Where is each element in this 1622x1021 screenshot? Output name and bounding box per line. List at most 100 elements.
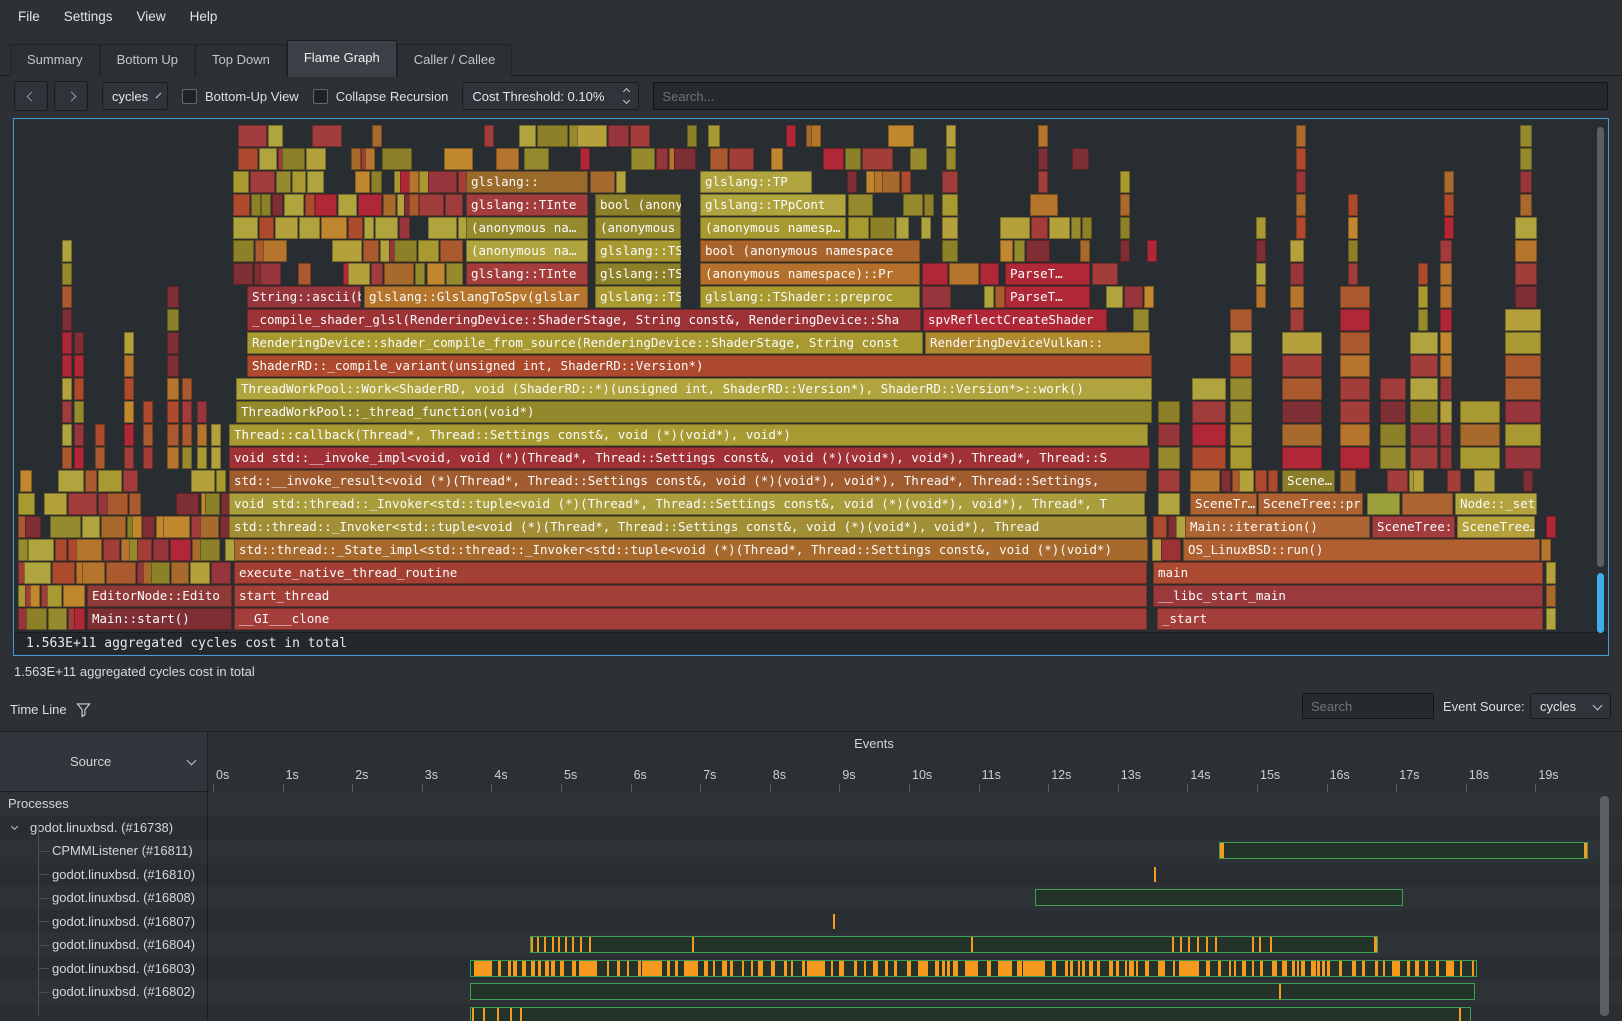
flame-frame[interactable]: __GI___clone bbox=[234, 608, 1147, 630]
flame-frame-small[interactable] bbox=[312, 125, 342, 147]
timeline-row-label[interactable]: godot.linuxbsd. (#16810) bbox=[0, 863, 208, 887]
menu-item-settings[interactable]: Settings bbox=[52, 3, 125, 30]
flame-frame[interactable]: ShaderRD::_compile_variant(unsigned int,… bbox=[247, 355, 1152, 377]
flame-frame-small[interactable] bbox=[124, 401, 134, 423]
flame-frame-small[interactable] bbox=[1474, 470, 1495, 492]
flame-frame-small[interactable] bbox=[1038, 125, 1048, 147]
flame-frame-small[interactable] bbox=[137, 539, 152, 561]
flame-frame[interactable]: ParseT… bbox=[1005, 263, 1090, 285]
flame-frame-small[interactable] bbox=[355, 171, 370, 193]
flame-frame-small[interactable] bbox=[163, 516, 190, 538]
flame-frame-small[interactable] bbox=[1515, 263, 1537, 285]
flame-frame-small[interactable] bbox=[444, 148, 473, 170]
flame-frame-small[interactable] bbox=[1380, 378, 1406, 400]
flame-frame-small[interactable] bbox=[44, 493, 67, 515]
flame-frame-small[interactable] bbox=[62, 332, 72, 354]
flame-frame-small[interactable] bbox=[1541, 539, 1551, 561]
flame-frame-small[interactable] bbox=[82, 562, 105, 584]
flame-frame-small[interactable] bbox=[1460, 401, 1500, 423]
flame-frame-small[interactable] bbox=[211, 562, 231, 584]
flame-frame[interactable]: bool (anonym. bbox=[595, 194, 681, 216]
flame-frame-small[interactable] bbox=[384, 263, 413, 285]
timeline-scrollbar[interactable] bbox=[1599, 794, 1611, 1020]
flame-frame-small[interactable] bbox=[427, 263, 446, 285]
flame-frame-small[interactable] bbox=[1505, 332, 1541, 354]
source-column-header[interactable]: Source bbox=[0, 732, 208, 792]
flame-frame[interactable]: ThreadWorkPool::_thread_function(void*) bbox=[236, 401, 1152, 423]
flame-frame-small[interactable] bbox=[18, 493, 35, 515]
flame-frame-small[interactable] bbox=[1505, 447, 1541, 469]
flame-frame[interactable]: std::thread::_Invoker<std::tuple<void (*… bbox=[229, 516, 1147, 538]
flame-frame-small[interactable] bbox=[942, 240, 958, 262]
flame-frame-small[interactable] bbox=[1158, 447, 1180, 469]
flame-frame-small[interactable] bbox=[20, 470, 32, 492]
flame-frame[interactable]: bool (anonymous namespace bbox=[700, 240, 920, 262]
flame-frame-small[interactable] bbox=[1290, 263, 1304, 285]
flame-frame-small[interactable] bbox=[55, 539, 66, 561]
flame-frame-small[interactable] bbox=[1348, 217, 1358, 239]
flame-frame-small[interactable] bbox=[1120, 171, 1130, 193]
timeline-row-label[interactable]: godot.linuxbsd. (#16738) bbox=[0, 816, 208, 840]
flame-frame-small[interactable] bbox=[428, 217, 458, 239]
timeline-search-input[interactable] bbox=[1302, 693, 1434, 719]
flame-frame[interactable]: String::ascii(b bbox=[247, 286, 361, 308]
flame-frame[interactable]: RenderingDeviceVulkan:: bbox=[925, 332, 1150, 354]
flame-frame-small[interactable] bbox=[888, 125, 913, 147]
flame-frame-small[interactable] bbox=[1282, 424, 1322, 446]
flame-frame-small[interactable] bbox=[364, 217, 374, 239]
flame-frame-small[interactable] bbox=[848, 194, 873, 216]
flame-frame[interactable]: glslang::TSha bbox=[595, 240, 681, 262]
flame-frame-small[interactable] bbox=[211, 447, 221, 469]
flame-frame[interactable]: __libc_start_main bbox=[1153, 585, 1543, 607]
flame-frame-small[interactable] bbox=[153, 539, 169, 561]
flame-frame-small[interactable] bbox=[62, 240, 72, 262]
flame-frame-small[interactable] bbox=[1158, 470, 1180, 492]
flamegraph-search-input[interactable] bbox=[653, 82, 1608, 110]
flame-frame-small[interactable] bbox=[1071, 217, 1081, 239]
flame-frame-small[interactable] bbox=[1340, 447, 1370, 469]
flame-frame-small[interactable] bbox=[200, 516, 219, 538]
flame-frame-small[interactable] bbox=[1505, 309, 1541, 331]
flame-frame[interactable]: ParseT… bbox=[1005, 286, 1090, 308]
flame-frame-small[interactable] bbox=[1520, 194, 1532, 216]
flame-frame-small[interactable] bbox=[1418, 309, 1428, 331]
flame-frame-small[interactable] bbox=[1410, 447, 1438, 469]
flame-frame-small[interactable] bbox=[1546, 516, 1556, 538]
flame-frame-small[interactable] bbox=[282, 148, 304, 170]
flame-frame-small[interactable] bbox=[942, 171, 958, 193]
flame-frame-small[interactable] bbox=[107, 493, 128, 515]
flame-frame-small[interactable] bbox=[95, 424, 105, 446]
flame-frame[interactable]: glslang::TP bbox=[700, 171, 812, 193]
flame-frame[interactable]: std::__invoke_result<void (*)(Thread*, T… bbox=[229, 470, 1147, 492]
menu-item-help[interactable]: Help bbox=[178, 3, 230, 30]
flame-frame-small[interactable] bbox=[1440, 401, 1452, 423]
tab-flame-graph[interactable]: Flame Graph bbox=[287, 40, 397, 77]
flame-frame-small[interactable] bbox=[375, 217, 398, 239]
flame-frame-small[interactable] bbox=[142, 516, 155, 538]
flame-frame-small[interactable] bbox=[1440, 332, 1452, 354]
flame-frame[interactable]: void std::__invoke_impl<void, void (*)(T… bbox=[229, 447, 1150, 469]
timeline-bar[interactable] bbox=[1219, 842, 1588, 859]
flame-frame-small[interactable] bbox=[26, 608, 47, 630]
flame-frame-small[interactable] bbox=[1282, 378, 1322, 400]
flame-frame-small[interactable] bbox=[1256, 217, 1266, 239]
flame-frame[interactable]: Main::iteration() bbox=[1185, 516, 1370, 538]
flame-frame[interactable]: glslang::TInte bbox=[466, 263, 588, 285]
flame-frame-small[interactable] bbox=[167, 309, 179, 331]
flame-frame-small[interactable] bbox=[1192, 401, 1226, 423]
flame-frame-small[interactable] bbox=[1348, 240, 1358, 262]
flame-frame-small[interactable] bbox=[896, 217, 909, 239]
flame-frame-small[interactable] bbox=[771, 148, 783, 170]
flame-frame[interactable]: Thread::callback(Thread*, Thread::Settin… bbox=[229, 424, 1148, 446]
flame-frame-small[interactable] bbox=[729, 148, 754, 170]
flame-frame-small[interactable] bbox=[1447, 470, 1461, 492]
timeline-row[interactable]: godot.linuxbsd. (#16810) bbox=[0, 863, 1622, 887]
flame-frame-small[interactable] bbox=[1505, 424, 1541, 446]
flame-frame-small[interactable] bbox=[1120, 217, 1130, 239]
flame-frame-small[interactable] bbox=[95, 447, 105, 469]
scrollbar-thumb[interactable] bbox=[1600, 796, 1609, 1016]
flame-frame-small[interactable] bbox=[631, 148, 655, 170]
flame-frame-small[interactable] bbox=[338, 194, 357, 216]
timeline-bar[interactable] bbox=[470, 983, 1475, 1000]
flame-frame-small[interactable] bbox=[1290, 240, 1304, 262]
